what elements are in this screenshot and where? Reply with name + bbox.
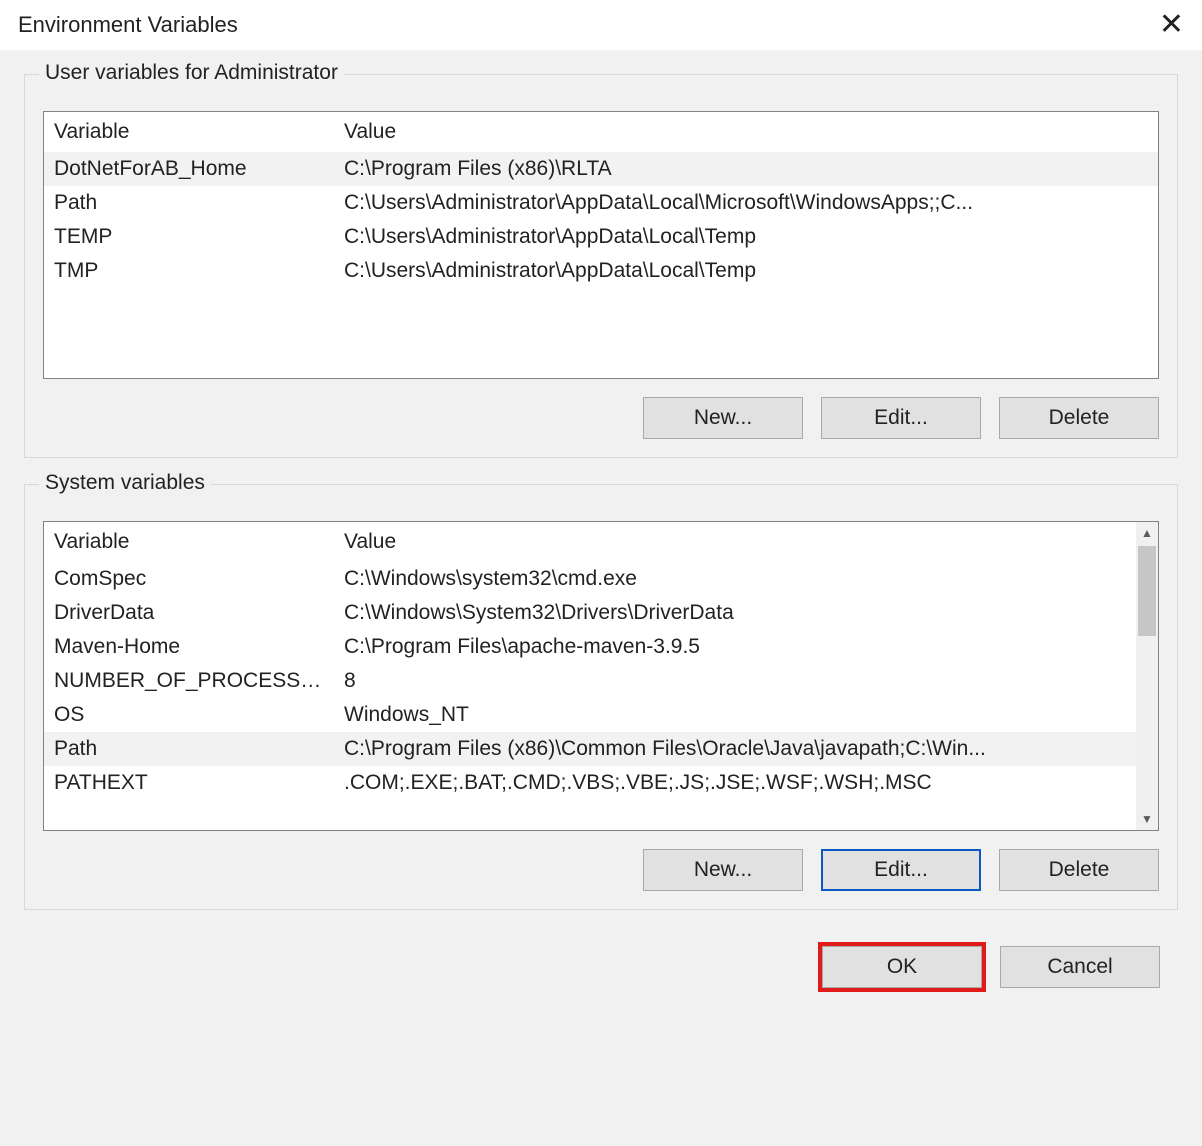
system-col-value[interactable]: Value	[334, 522, 1158, 562]
system-row[interactable]: PathC:\Program Files (x86)\Common Files\…	[44, 732, 1158, 766]
system-variables-legend: System variables	[39, 471, 211, 495]
user-col-variable[interactable]: Variable	[44, 112, 334, 152]
user-row-variable: Path	[44, 186, 334, 220]
user-variables-buttons: New... Edit... Delete	[43, 397, 1159, 439]
system-row-value: 8	[334, 664, 1158, 698]
scrollbar-thumb[interactable]	[1138, 546, 1156, 636]
system-row-value: C:\Program Files (x86)\Common Files\Orac…	[334, 732, 1158, 766]
user-row-value: C:\Program Files (x86)\RLTA	[334, 152, 1158, 186]
user-row-value: C:\Users\Administrator\AppData\Local\Mic…	[334, 186, 1158, 220]
system-row-variable: PATHEXT	[44, 766, 334, 800]
system-edit-button[interactable]: Edit...	[821, 849, 981, 891]
system-row[interactable]: Maven-HomeC:\Program Files\apache-maven-…	[44, 630, 1158, 664]
scroll-up-icon[interactable]: ▲	[1136, 522, 1158, 544]
system-variables-group: System variables Variable Value ComSpecC…	[24, 484, 1178, 910]
user-row-value: C:\Users\Administrator\AppData\Local\Tem…	[334, 254, 1158, 288]
user-row-variable: TEMP	[44, 220, 334, 254]
user-row[interactable]: DotNetForAB_HomeC:\Program Files (x86)\R…	[44, 152, 1158, 186]
system-row-value: C:\Program Files\apache-maven-3.9.5	[334, 630, 1158, 664]
system-row-variable: OS	[44, 698, 334, 732]
system-scrollbar[interactable]: ▲ ▼	[1136, 522, 1158, 830]
user-variables-legend: User variables for Administrator	[39, 61, 344, 85]
system-row-value: C:\Windows\system32\cmd.exe	[334, 562, 1158, 596]
system-row-variable: NUMBER_OF_PROCESSORS	[44, 664, 334, 698]
system-row-variable: Maven-Home	[44, 630, 334, 664]
titlebar: Environment Variables ✕	[0, 0, 1202, 50]
system-col-variable[interactable]: Variable	[44, 522, 334, 562]
system-delete-button[interactable]: Delete	[999, 849, 1159, 891]
system-row-value: Windows_NT	[334, 698, 1158, 732]
dialog-buttons: OK Cancel	[24, 946, 1178, 988]
user-row-value: C:\Users\Administrator\AppData\Local\Tem…	[334, 220, 1158, 254]
system-row-variable: Path	[44, 732, 334, 766]
user-row[interactable]: PathC:\Users\Administrator\AppData\Local…	[44, 186, 1158, 220]
user-variables-list[interactable]: Variable Value DotNetForAB_HomeC:\Progra…	[43, 111, 1159, 379]
system-row-value: .COM;.EXE;.BAT;.CMD;.VBS;.VBE;.JS;.JSE;.…	[334, 766, 1158, 800]
cancel-button[interactable]: Cancel	[1000, 946, 1160, 988]
system-row-variable: ComSpec	[44, 562, 334, 596]
user-row[interactable]: TMPC:\Users\Administrator\AppData\Local\…	[44, 254, 1158, 288]
system-variables-list[interactable]: Variable Value ComSpecC:\Windows\system3…	[43, 521, 1159, 831]
user-col-value[interactable]: Value	[334, 112, 1158, 152]
system-row-variable: DriverData	[44, 596, 334, 630]
user-edit-button[interactable]: Edit...	[821, 397, 981, 439]
ok-button[interactable]: OK	[822, 946, 982, 988]
system-row[interactable]: NUMBER_OF_PROCESSORS8	[44, 664, 1158, 698]
user-row-variable: DotNetForAB_Home	[44, 152, 334, 186]
system-row[interactable]: DriverDataC:\Windows\System32\Drivers\Dr…	[44, 596, 1158, 630]
user-new-button[interactable]: New...	[643, 397, 803, 439]
user-delete-button[interactable]: Delete	[999, 397, 1159, 439]
window-title: Environment Variables	[18, 12, 1144, 38]
system-variables-buttons: New... Edit... Delete	[43, 849, 1159, 891]
user-row[interactable]: TEMPC:\Users\Administrator\AppData\Local…	[44, 220, 1158, 254]
system-row[interactable]: ComSpecC:\Windows\system32\cmd.exe	[44, 562, 1158, 596]
close-icon[interactable]: ✕	[1144, 10, 1184, 40]
system-new-button[interactable]: New...	[643, 849, 803, 891]
user-row-variable: TMP	[44, 254, 334, 288]
system-row-value: C:\Windows\System32\Drivers\DriverData	[334, 596, 1158, 630]
system-row[interactable]: OSWindows_NT	[44, 698, 1158, 732]
scrollbar-track[interactable]	[1136, 544, 1158, 808]
system-row[interactable]: PATHEXT.COM;.EXE;.BAT;.CMD;.VBS;.VBE;.JS…	[44, 766, 1158, 800]
dialog-client-area: User variables for Administrator Variabl…	[0, 50, 1202, 1146]
scroll-down-icon[interactable]: ▼	[1136, 808, 1158, 830]
user-variables-group: User variables for Administrator Variabl…	[24, 74, 1178, 458]
